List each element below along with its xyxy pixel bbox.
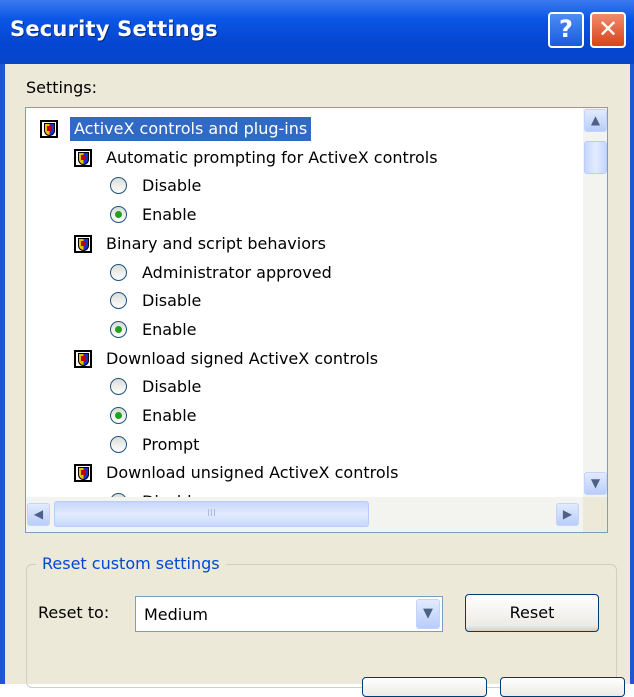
tree-setting-group[interactable]: Download unsigned ActiveX controls	[74, 459, 574, 487]
tree-item-label: Disable	[142, 377, 202, 397]
tree-item-label: Download unsigned ActiveX controls	[106, 463, 399, 483]
security-shield-icon	[74, 148, 92, 167]
radio-icon[interactable]	[110, 320, 127, 338]
tree-item-label: Prompt	[142, 434, 200, 454]
scrollbar-corner	[583, 497, 607, 532]
tree-option[interactable]: Disable	[110, 172, 584, 200]
security-shield-icon	[74, 349, 92, 368]
reset-group-legend: Reset custom settings	[36, 554, 226, 573]
radio-icon[interactable]	[110, 177, 127, 195]
tree-option[interactable]: Prompt	[110, 431, 584, 459]
tree-option[interactable]: Enable	[110, 201, 584, 229]
window-title: Security Settings	[10, 17, 218, 41]
tree-option[interactable]: Disable	[110, 287, 584, 315]
horizontal-scrollbar[interactable]: ◀ III ▶	[26, 497, 583, 532]
tree-option[interactable]: Disable	[110, 373, 584, 401]
tree-category-activex[interactable]: ActiveX controls and plug-ins	[40, 115, 540, 143]
cancel-button[interactable]	[500, 677, 625, 697]
vertical-scroll-thumb[interactable]	[584, 141, 607, 174]
scroll-left-button[interactable]: ◀	[27, 503, 50, 526]
reset-to-label: Reset to:	[38, 603, 110, 622]
reset-button[interactable]: Reset	[465, 594, 599, 632]
tree-setting-group[interactable]: Binary and script behaviors	[74, 230, 574, 258]
radio-icon[interactable]	[110, 378, 127, 396]
tree-item-label: ActiveX controls and plug-ins	[70, 117, 312, 141]
radio-icon[interactable]	[110, 292, 127, 310]
tree-setting-group[interactable]: Download signed ActiveX controls	[74, 345, 574, 373]
tree-item-label: Disable	[142, 176, 202, 196]
tree-option[interactable]: Enable	[110, 402, 584, 430]
vertical-scrollbar[interactable]: ▲ ▼	[583, 108, 607, 497]
radio-icon[interactable]	[110, 435, 127, 453]
tree-item-label: Enable	[142, 319, 197, 339]
tree-item-label: Disable	[142, 291, 202, 311]
reset-level-select[interactable]: Medium ▼	[135, 596, 443, 632]
tree-setting-group[interactable]: Automatic prompting for ActiveX controls	[74, 144, 574, 172]
tree-item-label: Enable	[142, 205, 197, 225]
scroll-down-button[interactable]: ▼	[584, 472, 607, 495]
security-shield-icon	[74, 234, 92, 253]
radio-icon[interactable]	[110, 263, 127, 281]
close-button[interactable]: ✕	[590, 12, 626, 48]
shield-shape	[78, 352, 89, 366]
radio-icon[interactable]	[110, 407, 127, 424]
settings-tree[interactable]: ActiveX controls and plug-ins Automatic p…	[25, 107, 608, 533]
radio-selected-dot	[115, 325, 122, 333]
chevron-down-icon[interactable]: ▼	[416, 599, 440, 629]
radio-selected-dot	[115, 412, 122, 419]
horizontal-scroll-thumb[interactable]: III	[54, 501, 369, 527]
shield-shape	[78, 467, 89, 481]
help-button[interactable]: ?	[548, 12, 584, 48]
security-shield-icon	[74, 464, 92, 483]
settings-tree-content: ActiveX controls and plug-ins Automatic p…	[26, 108, 584, 497]
tree-item-label: Binary and script behaviors	[106, 233, 326, 253]
tree-item-label: Download signed ActiveX controls	[106, 348, 379, 368]
tree-item-label: Enable	[142, 406, 197, 425]
tree-option[interactable]: Disable	[110, 488, 584, 497]
shield-shape	[78, 151, 89, 165]
tree-option[interactable]: Administrator approved	[110, 259, 584, 287]
shield-shape	[78, 237, 89, 251]
settings-label: Settings:	[26, 78, 98, 97]
scroll-up-button[interactable]: ▲	[584, 109, 607, 132]
security-shield-icon	[40, 120, 58, 138]
shield-shape	[44, 123, 55, 136]
reset-level-value: Medium	[144, 605, 208, 624]
tree-item-label: Automatic prompting for ActiveX controls	[106, 147, 438, 167]
radio-icon[interactable]	[110, 206, 127, 224]
tree-item-label: Administrator approved	[142, 262, 332, 282]
title-bar[interactable]: Security Settings ? ✕	[0, 0, 634, 64]
tree-item-label: Disable	[142, 488, 201, 497]
radio-selected-dot	[115, 211, 122, 219]
tree-option[interactable]: Enable	[110, 316, 584, 344]
scroll-right-button[interactable]: ▶	[556, 503, 579, 526]
ok-button[interactable]	[362, 677, 487, 697]
